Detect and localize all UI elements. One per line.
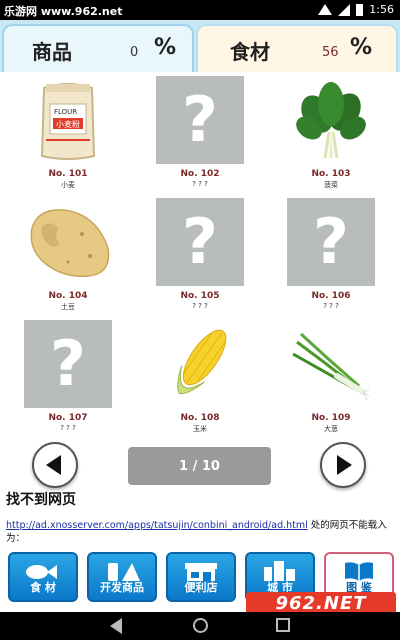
item-number: No. 108 — [180, 413, 220, 423]
item-name: ? ? ? — [192, 180, 208, 188]
chevron-right-icon — [337, 455, 352, 475]
tab-goods-percent-value: 0 — [130, 45, 139, 60]
chevron-left-icon — [46, 455, 61, 475]
status-time: 1:56 — [369, 3, 394, 16]
prev-page-button[interactable] — [32, 442, 78, 488]
encyclopedia-grid: FLOUR 小麦粉 No. 101 小麦 ? No. 102 ? ? ? No.… — [0, 72, 400, 440]
tab-goods[interactable]: 商品 0 % — [2, 24, 194, 72]
status-watermark: 乐游网 www.962.net — [4, 5, 123, 18]
webpage-error-title: 找不到网页 — [6, 492, 76, 508]
item-number: No. 101 — [48, 169, 88, 179]
tab-food-label: 食材 — [230, 40, 270, 64]
grid-item-104[interactable]: No. 104 土豆 — [13, 194, 123, 314]
recents-icon[interactable] — [276, 618, 290, 632]
green-onion-icon — [287, 320, 375, 408]
item-name: 大葱 — [324, 425, 338, 433]
item-number: No. 104 — [48, 291, 88, 301]
nav-food-button[interactable]: 食 材 — [8, 552, 78, 602]
grid-item-108[interactable]: No. 108 玉米 — [145, 316, 255, 436]
item-number: No. 109 — [311, 413, 351, 423]
item-name: ? ? ? — [323, 302, 339, 310]
tab-food-percent-value: 56 — [322, 45, 339, 60]
item-name: 玉米 — [193, 425, 207, 433]
nav-store-button[interactable]: 便利店 — [166, 552, 236, 602]
grid-item-106[interactable]: ? No. 106 ? ? ? — [276, 194, 386, 314]
status-bar: 乐游网 www.962.net 1:56 — [0, 0, 400, 20]
item-number: No. 103 — [311, 169, 351, 179]
category-tabs: 商品 0 % 食材 56 % — [0, 20, 400, 72]
flour-bag-icon: FLOUR 小麦粉 — [24, 76, 112, 164]
spinach-icon — [287, 76, 375, 164]
system-nav-bar — [0, 612, 400, 640]
nav-product-dev-label: 开发商品 — [100, 581, 144, 594]
flour-bag-text: FLOUR — [54, 108, 77, 116]
back-icon[interactable] — [110, 618, 122, 634]
grid-item-109[interactable]: No. 109 大葱 — [276, 316, 386, 436]
grid-item-107[interactable]: ? No. 107 ? ? ? — [13, 316, 123, 436]
grid-item-105[interactable]: ? No. 105 ? ? ? — [145, 194, 255, 314]
item-name: 菠菜 — [324, 181, 338, 189]
wifi-icon — [318, 4, 333, 15]
item-number: No. 102 — [180, 169, 220, 179]
item-number: No. 106 — [311, 291, 351, 301]
grid-item-103[interactable]: No. 103 菠菜 — [276, 72, 386, 192]
question-mark-icon: ? — [287, 198, 375, 286]
tab-food[interactable]: 食材 56 % — [196, 24, 398, 72]
potato-icon — [24, 198, 112, 286]
watermark-logo: 962.NET — [246, 592, 396, 614]
grid-item-101[interactable]: FLOUR 小麦粉 No. 101 小麦 — [13, 72, 123, 192]
item-name: ? ? ? — [60, 424, 76, 432]
error-url-link[interactable]: http://ad.xnosserver.com/apps/tatsujin/c… — [6, 520, 308, 531]
tab-goods-percent-sign: % — [154, 35, 177, 60]
tab-goods-label: 商品 — [32, 40, 72, 64]
item-name: 土豆 — [61, 303, 75, 311]
item-number: No. 107 — [48, 413, 88, 423]
question-mark-icon: ? — [156, 198, 244, 286]
grid-item-102[interactable]: ? No. 102 ? ? ? — [145, 72, 255, 192]
webpage-error-body: http://ad.xnosserver.com/apps/tatsujin/c… — [6, 519, 398, 545]
home-icon[interactable] — [193, 618, 208, 633]
item-name: 小麦 — [61, 181, 75, 189]
question-mark-icon: ? — [156, 76, 244, 164]
corn-icon — [156, 320, 244, 408]
nav-product-dev-button[interactable]: 开发商品 — [87, 552, 157, 602]
flour-bag-cn-text: 小麦粉 — [56, 119, 80, 129]
item-name: ? ? ? — [192, 302, 208, 310]
next-page-button[interactable] — [320, 442, 366, 488]
page-indicator: 1 / 10 — [128, 447, 271, 485]
question-mark-icon: ? — [24, 320, 112, 408]
signal-icon — [338, 3, 351, 16]
battery-icon — [356, 3, 364, 16]
item-number: No. 105 — [180, 291, 220, 301]
nav-food-label: 食 材 — [30, 581, 56, 594]
tab-food-percent-sign: % — [350, 35, 373, 60]
nav-store-label: 便利店 — [184, 581, 218, 594]
